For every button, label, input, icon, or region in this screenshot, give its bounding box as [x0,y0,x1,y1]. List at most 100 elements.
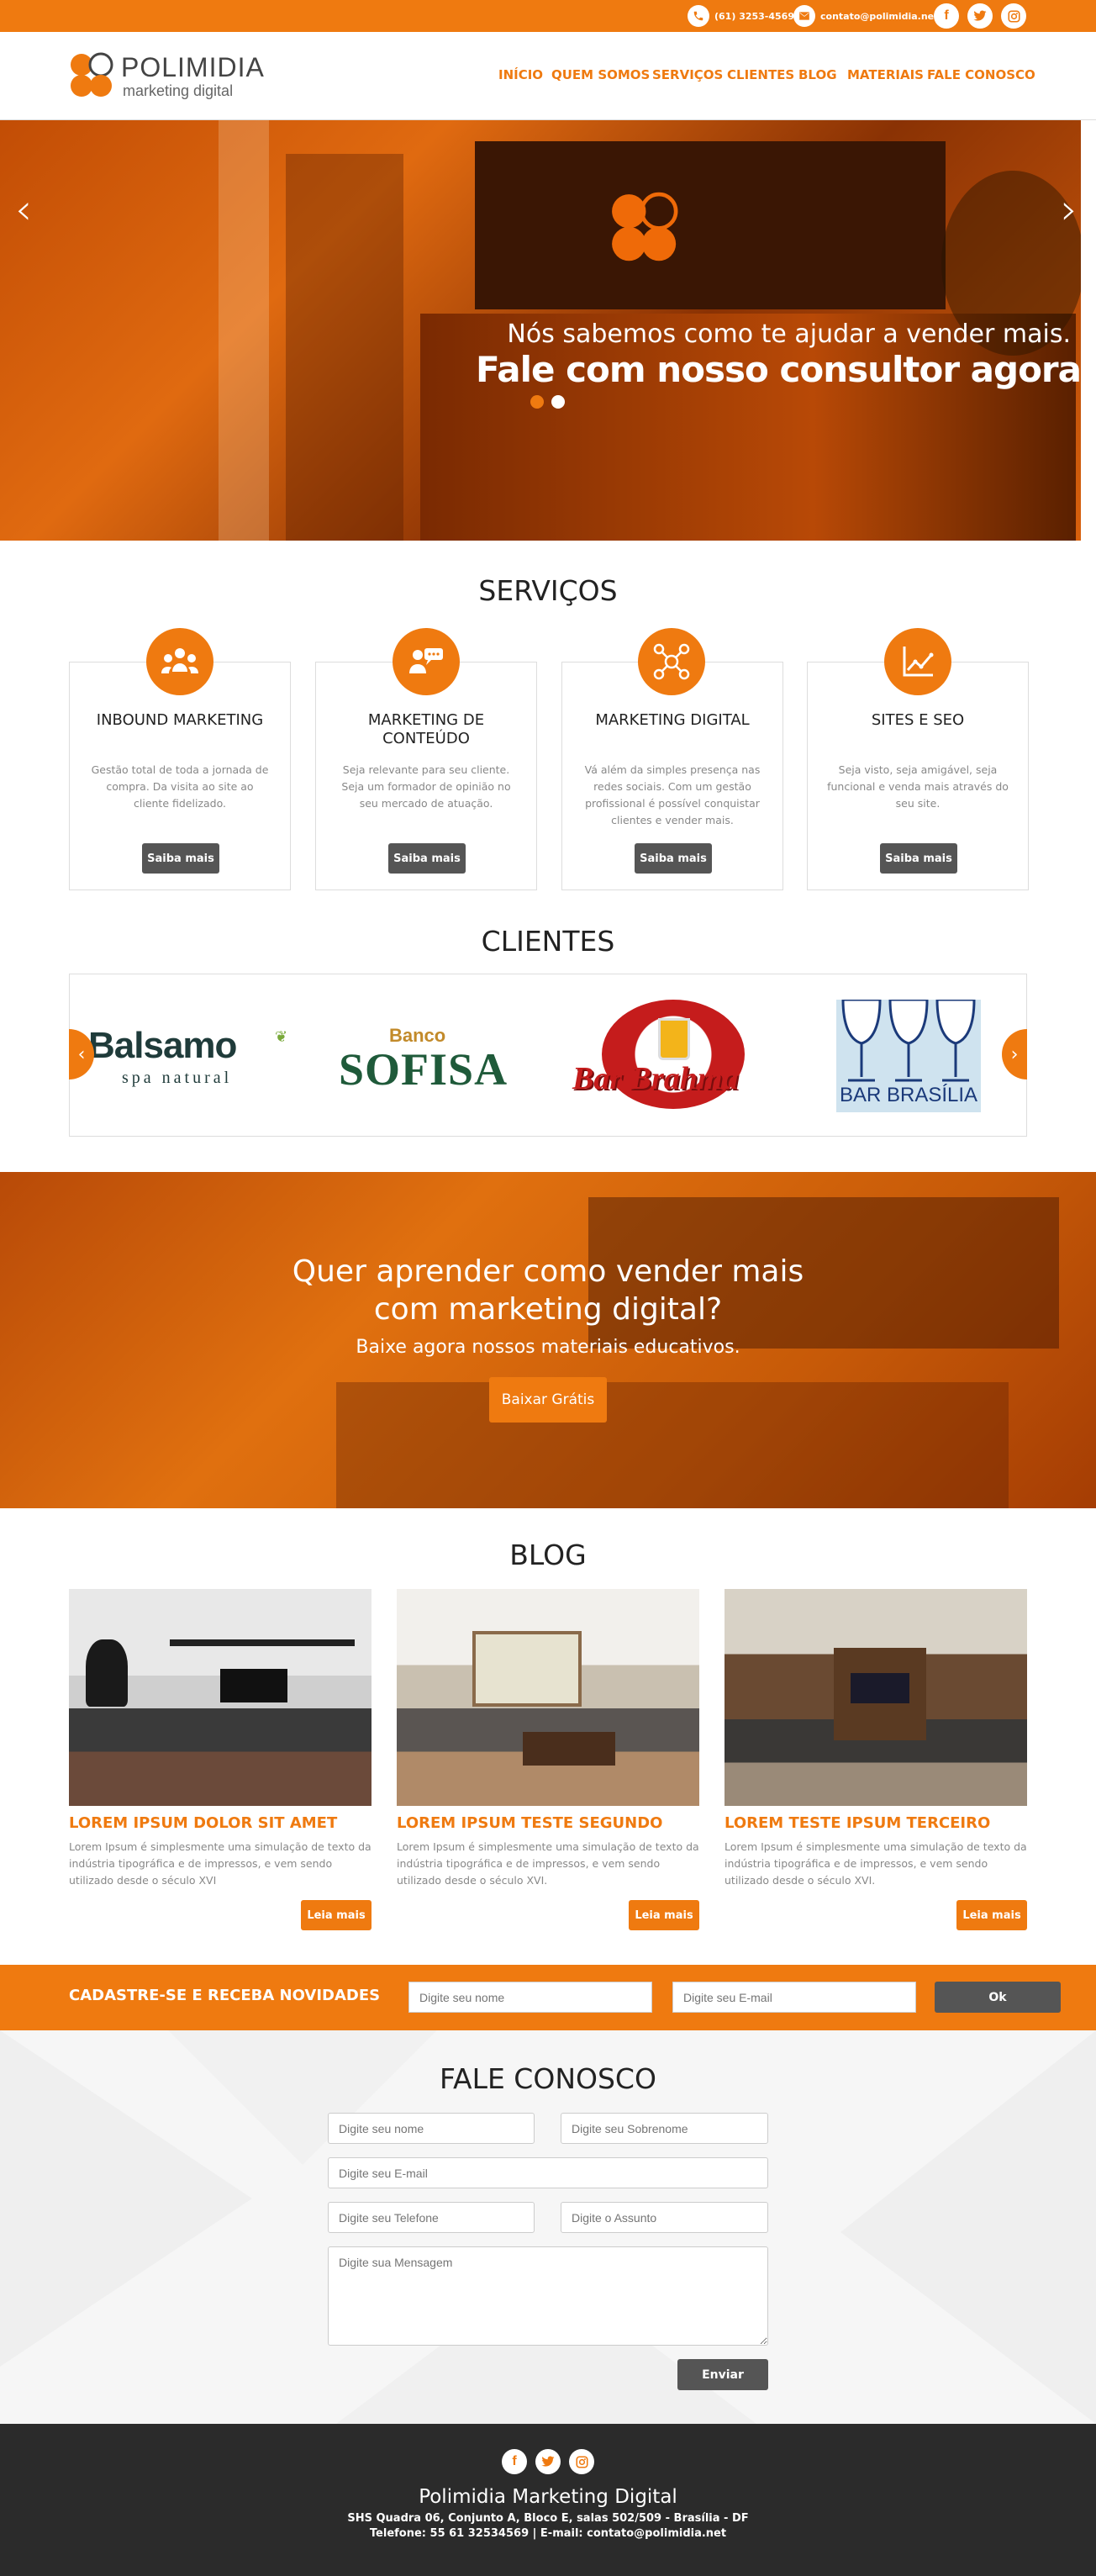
topbar-email-text: contato@polimidia.net [820,10,939,22]
blog-post-title[interactable]: LOREM IPSUM TESTE SEGUNDO [397,1814,699,1832]
blog-post-excerpt: Lorem Ipsum é simplesmente uma simulação… [69,1840,371,1887]
nav-inicio[interactable]: INÍCIO [498,67,543,82]
service-card-conteudo: MARKETING DE CONTEÚDO Seja relevante par… [315,662,537,890]
blog-post-excerpt: Lorem Ipsum é simplesmente uma simulação… [397,1840,699,1887]
twitter-link[interactable] [967,3,993,29]
client-logo-line1: BAR BRASÍLIA [839,1084,978,1106]
network-icon [638,628,705,695]
twitter-icon [973,10,987,21]
blog-post-title[interactable]: LOREM IPSUM DOLOR SIT AMET [69,1814,371,1832]
blog-image-3[interactable] [725,1589,1027,1806]
hero-hallway [286,154,403,541]
blog-window [472,1631,582,1707]
service-card-seo: SITES E SEO Seja visto, seja amigável, s… [807,662,1029,890]
instagram-link[interactable] [1001,3,1026,29]
service-title: INBOUND MARKETING [96,711,264,729]
instagram-icon [1007,9,1020,23]
topbar-email[interactable]: contato@polimidia.net [793,0,938,32]
contact-surname-input[interactable] [561,2113,768,2144]
footer-twitter-link[interactable] [535,2449,561,2474]
cta-heading-line1: Quer aprender como vender mais [292,1254,804,1289]
blog-image-1[interactable] [69,1589,371,1806]
enviar-button[interactable]: Enviar [677,2359,768,2390]
nav-servicos[interactable]: SERVIÇOS [652,67,723,82]
clients-carousel: Balsamo spa natural ❦ Banco SOFISA Bar B… [69,974,1027,1137]
service-text: Seja relevante para seu cliente. Seja um… [341,763,511,810]
blog-image-2[interactable] [397,1589,699,1806]
cta-reception-desk [336,1382,1009,1508]
contact-title: FALE CONOSCO [440,2062,656,2095]
client-logo-balsamo[interactable]: Balsamo spa natural ❦ [88,1025,298,1092]
contact-phone-input[interactable] [328,2202,535,2233]
chart-icon [884,628,951,695]
instagram-icon [575,2455,588,2468]
saiba-mais-button[interactable]: Saiba mais [142,843,219,874]
clover-logo-icon [71,52,113,97]
topbar-phone-text: (61) 3253-4569 [714,10,794,22]
envelope-icon [793,5,815,27]
baixar-gratis-button[interactable]: Baixar Grátis [489,1377,607,1423]
leia-mais-button[interactable]: Leia mais [956,1900,1027,1930]
service-text: Seja visto, seja amigável, seja funciona… [827,763,1009,810]
contact-name-input[interactable] [328,2113,535,2144]
contact-subject-input[interactable] [561,2202,768,2233]
newsletter-email-input[interactable] [672,1982,916,2013]
saiba-mais-button[interactable]: Saiba mais [388,843,466,874]
hero-window-light [219,120,269,541]
newsletter-ok-button[interactable]: Ok [935,1982,1061,2013]
hero-next-chevron-right-icon[interactable]: › [1061,185,1078,234]
blog-post-excerpt: Lorem Ipsum é simplesmente uma simulação… [725,1840,1027,1887]
client-logo-bar-brahma[interactable]: Bar Brahma Brasília [572,1000,774,1117]
blog-post-title[interactable]: LOREM TESTE IPSUM TERCEIRO [725,1814,1027,1832]
clients-title: CLIENTES [481,925,615,958]
facebook-icon: f [512,2454,517,2468]
leia-mais-button[interactable]: Leia mais [629,1900,699,1930]
facebook-link[interactable]: f [934,3,959,29]
client-logo-line2: spa natural [122,1069,233,1087]
cta-heading-line2: com marketing digital? [373,1292,723,1327]
client-logo-line1: Bar Brahma [572,1061,739,1096]
leia-mais-button[interactable]: Leia mais [301,1900,371,1930]
phone-icon [688,5,709,27]
nav-fale-conosco[interactable]: FALE CONOSCO [927,67,1035,82]
twitter-icon [541,2456,555,2467]
blog-chair [86,1639,128,1707]
service-title: MARKETING DE CONTEÚDO [367,711,485,747]
client-logo-bar-brasilia[interactable]: BAR BRASÍLIA [836,1000,981,1112]
service-card-inbound: INBOUND MARKETING Gestão total de toda a… [69,662,291,890]
service-text: Vá além da simples presença nas redes so… [584,763,761,826]
newsletter-label: CADASTRE-SE E RECEBA NOVIDADES [69,1987,381,2004]
saiba-mais-button[interactable]: Saiba mais [880,843,957,874]
hero-dot-2[interactable] [551,395,565,409]
brand-name: POLIMIDIA [121,52,265,82]
nav-clientes[interactable]: CLIENTES [727,67,794,82]
hero-title: Fale com nosso consultor agora [476,349,1082,390]
blog-table [523,1732,615,1766]
brand-tagline: marketing digital [123,82,234,99]
hero-subtitle: Nós sabemos como te ajudar a vender mais… [507,319,1071,349]
brand-logo[interactable]: POLIMIDIA marketing digital [69,49,271,104]
chat-icon [393,628,460,695]
service-text: Gestão total de toda a jornada de compra… [91,763,269,810]
service-card-digital: MARKETING DIGITAL Vá além da simples pre… [561,662,783,890]
nav-materiais[interactable]: MATERIAIS [847,67,924,82]
services-title: SERVIÇOS [478,574,618,607]
blog-tv [851,1673,909,1703]
hero-clover-icon [612,192,678,261]
nav-quem-somos[interactable]: QUEM SOMOS [551,67,650,82]
topbar-phone[interactable]: (61) 3253-4569 [688,0,794,32]
contact-message-textarea[interactable] [328,2246,768,2346]
saiba-mais-button[interactable]: Saiba mais [635,843,712,874]
footer-instagram-link[interactable] [569,2449,594,2474]
hero-office-sign [475,141,946,309]
blog-title: BLOG [509,1539,587,1571]
nav-blog[interactable]: BLOG [798,67,837,82]
contact-email-input[interactable] [328,2157,768,2188]
hero-dot-1[interactable] [530,395,544,409]
hero-prev-chevron-left-icon[interactable]: ‹ [15,185,32,234]
facebook-icon: f [944,8,949,23]
client-logo-line2: SOFISA [339,1044,508,1095]
client-logo-sofisa[interactable]: Banco SOFISA [339,1025,524,1101]
footer-facebook-link[interactable]: f [502,2449,527,2474]
newsletter-name-input[interactable] [408,1982,652,2013]
